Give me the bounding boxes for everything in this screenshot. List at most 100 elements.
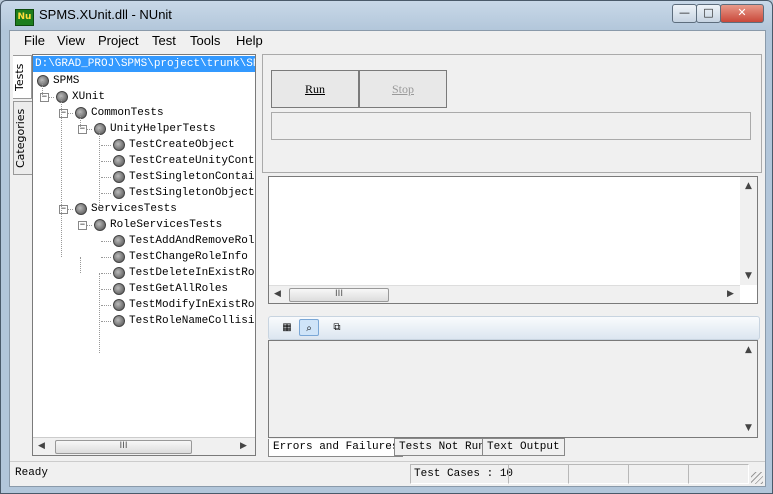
tree-node-label: D:\GRAD_PROJ\SPMS\project\trunk\SPMS bbox=[33, 56, 255, 72]
test-tree[interactable]: D:\GRAD_PROJ\SPMS\project\trunk\SPMS SPMS… bbox=[32, 54, 256, 456]
nunit-app-icon: Nu bbox=[15, 9, 34, 26]
side-tab-strip: Tests Categories bbox=[10, 53, 33, 473]
menu-project[interactable]: Project bbox=[92, 32, 144, 49]
tree-test-case[interactable]: TestModifyInExistRole bbox=[33, 297, 255, 313]
minimize-button[interactable]: — bbox=[672, 4, 697, 23]
grid-view-icon[interactable]: ▦ bbox=[277, 319, 297, 336]
tree-node[interactable]: − XUnit bbox=[33, 89, 255, 105]
test-status-icon bbox=[113, 251, 125, 263]
tree-connector bbox=[101, 193, 111, 194]
test-status-icon bbox=[94, 219, 106, 231]
stack-trace-panel[interactable]: ▲ ▼ bbox=[268, 340, 758, 438]
tree-connector bbox=[101, 321, 111, 322]
scroll-left-icon[interactable]: ◀ bbox=[274, 289, 281, 299]
menu-test[interactable]: Test bbox=[146, 32, 182, 49]
tree-node-label: XUnit bbox=[72, 91, 106, 103]
tree-guide-line bbox=[42, 81, 43, 97]
test-status-icon bbox=[113, 267, 125, 279]
tree-node[interactable]: − ServicesTests bbox=[33, 201, 255, 217]
scroll-down-icon[interactable]: ▼ bbox=[745, 271, 752, 281]
scroll-up-icon[interactable]: ▲ bbox=[745, 345, 752, 355]
tree-guide-line bbox=[80, 113, 81, 129]
tab-categories[interactable]: Categories bbox=[13, 101, 33, 175]
tree-node-label: ServicesTests bbox=[91, 203, 177, 215]
tree-node-label: TestCreateUnityContainer bbox=[129, 155, 255, 167]
tree-node[interactable]: SPMS bbox=[33, 73, 255, 89]
tree-node-label: TestCreateObject bbox=[129, 139, 235, 151]
scroll-left-icon[interactable]: ◀ bbox=[38, 441, 45, 451]
stack-trace-vertical-scrollbar[interactable]: ▲ ▼ bbox=[740, 341, 757, 437]
tree-connector bbox=[101, 289, 111, 290]
tree-guide-line bbox=[99, 273, 100, 353]
tree-connector bbox=[101, 241, 111, 242]
tree-node-label: TestChangeRoleInfo bbox=[129, 251, 248, 263]
results-list[interactable]: ▲ ▼ ◀ III ▶ bbox=[268, 176, 758, 304]
tree-test-case[interactable]: TestSingletonContainer bbox=[33, 169, 255, 185]
results-vertical-scrollbar[interactable]: ▲ ▼ bbox=[740, 177, 757, 285]
test-status-icon bbox=[94, 123, 106, 135]
menu-help[interactable]: Help bbox=[230, 32, 269, 49]
test-status-icon bbox=[113, 235, 125, 247]
tree-horizontal-scrollbar[interactable]: ◀ III ▶ bbox=[33, 437, 255, 455]
tree-test-case[interactable]: TestSingletonObject bbox=[33, 185, 255, 201]
close-button[interactable]: ✕ bbox=[720, 4, 764, 23]
tab-text-output[interactable]: Text Output bbox=[482, 438, 565, 456]
tree-test-case[interactable]: TestCreateUnityContainer bbox=[33, 153, 255, 169]
status-panel bbox=[628, 464, 689, 484]
results-horizontal-scrollbar[interactable]: ◀ III ▶ bbox=[269, 285, 740, 303]
tree-node-label: TestRoleNameCollision bbox=[129, 315, 256, 327]
test-status-icon bbox=[113, 139, 125, 151]
tree-test-case[interactable]: TestRoleNameCollision bbox=[33, 313, 255, 329]
tree-connector bbox=[101, 305, 111, 306]
tree-node[interactable]: − CommonTests bbox=[33, 105, 255, 121]
menu-bar: File View Project Test Tools Help bbox=[10, 31, 765, 51]
tree-node[interactable]: − UnityHelperTests bbox=[33, 121, 255, 137]
tree-test-case[interactable]: TestDeleteInExistRole bbox=[33, 265, 255, 281]
menu-file[interactable]: File bbox=[18, 32, 51, 49]
tree-node-label: TestDeleteInExistRole bbox=[129, 267, 256, 279]
tree-connector bbox=[101, 161, 111, 162]
test-status-icon bbox=[113, 155, 125, 167]
menu-tools[interactable]: Tools bbox=[184, 32, 226, 49]
tree-guide-line bbox=[99, 129, 100, 209]
status-test-cases: Test Cases : 10 bbox=[410, 464, 513, 484]
status-panel bbox=[508, 464, 569, 484]
test-status-icon bbox=[75, 203, 87, 215]
magnifier-icon[interactable]: ⌕ bbox=[299, 319, 319, 336]
test-status-icon bbox=[113, 283, 125, 295]
run-button[interactable]: Run bbox=[271, 70, 359, 108]
status-panel bbox=[688, 464, 749, 484]
menu-view[interactable]: View bbox=[51, 32, 91, 49]
tab-errors-and-failures[interactable]: Errors and Failures bbox=[268, 439, 404, 457]
stop-button[interactable]: Stop bbox=[359, 70, 447, 108]
progress-bar bbox=[271, 112, 751, 140]
tree-node-label: SPMS bbox=[53, 75, 80, 87]
status-bar: Ready Test Cases : 10 bbox=[10, 461, 765, 486]
scroll-right-icon[interactable]: ▶ bbox=[727, 289, 734, 299]
tree-node[interactable]: − RoleServicesTests bbox=[33, 217, 255, 233]
window-title: SPMS.XUnit.dll - NUnit bbox=[39, 7, 172, 22]
title-bar[interactable]: Nu SPMS.XUnit.dll - NUnit — □ ✕ bbox=[1, 1, 772, 30]
collapse-icon[interactable]: − bbox=[78, 221, 87, 230]
tree-test-case[interactable]: TestCreateObject bbox=[33, 137, 255, 153]
scroll-up-icon[interactable]: ▲ bbox=[745, 181, 752, 191]
test-status-icon bbox=[113, 315, 125, 327]
copy-icon[interactable]: ⧉ bbox=[327, 319, 347, 336]
tree-test-case[interactable]: TestAddAndRemoveRole bbox=[33, 233, 255, 249]
tree-node-label: CommonTests bbox=[91, 107, 164, 119]
scroll-thumb[interactable]: III bbox=[289, 288, 389, 302]
scroll-right-icon[interactable]: ▶ bbox=[240, 441, 247, 451]
test-status-icon bbox=[37, 75, 49, 87]
tree-node-label: RoleServicesTests bbox=[110, 219, 223, 231]
resize-grip-icon[interactable] bbox=[751, 472, 763, 484]
test-status-icon bbox=[113, 299, 125, 311]
maximize-button[interactable]: □ bbox=[696, 4, 721, 23]
tree-test-case[interactable]: TestChangeRoleInfo bbox=[33, 249, 255, 265]
tab-tests-not-run[interactable]: Tests Not Run bbox=[394, 438, 490, 456]
run-panel: Run Stop bbox=[262, 54, 762, 173]
tree-guide-line bbox=[61, 97, 62, 257]
scroll-thumb[interactable]: III bbox=[55, 440, 192, 454]
scroll-down-icon[interactable]: ▼ bbox=[745, 423, 752, 433]
tab-tests[interactable]: Tests bbox=[13, 55, 32, 99]
tree-test-case[interactable]: TestGetAllRoles bbox=[33, 281, 255, 297]
